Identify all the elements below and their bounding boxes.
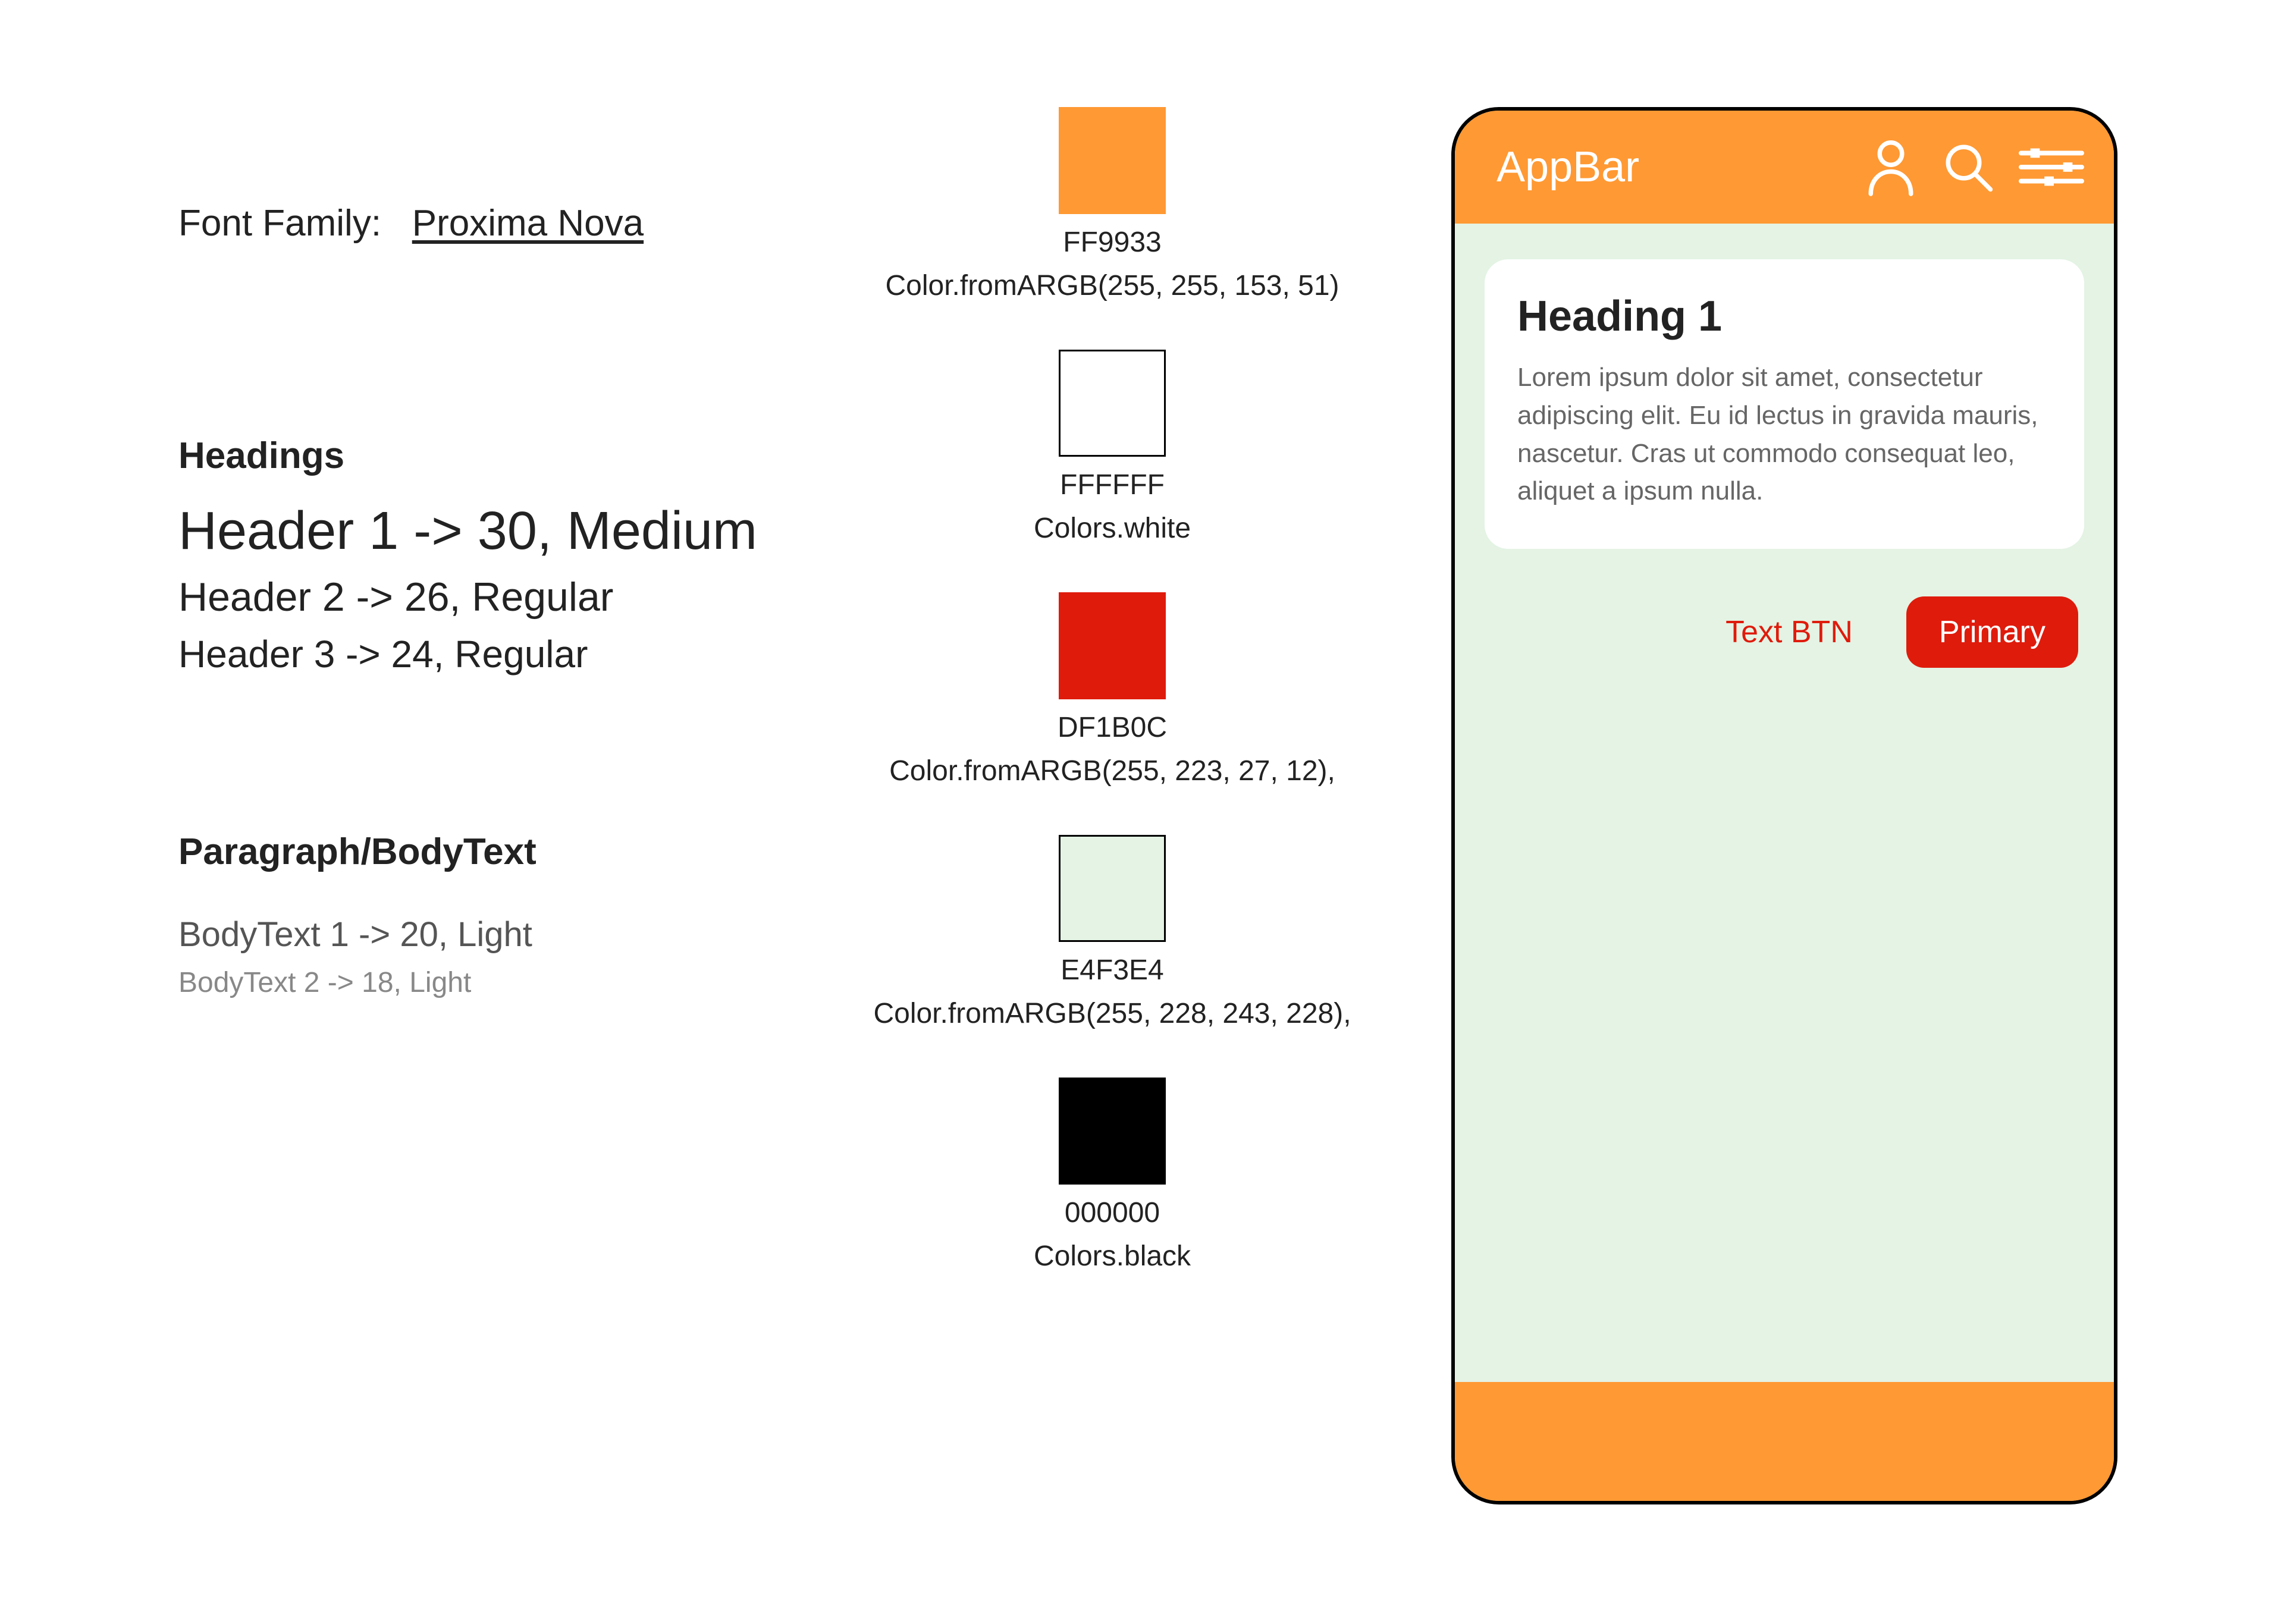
paragraph-section-title: Paragraph/BodyText — [178, 831, 773, 873]
bodytext2-spec: BodyText 2 -> 18, Light — [178, 966, 773, 999]
header2-spec: Header 2 -> 26, Regular — [178, 574, 773, 620]
header3-spec: Header 3 -> 24, Regular — [178, 632, 773, 676]
card-heading: Heading 1 — [1517, 292, 2051, 341]
bodytext1-spec: BodyText 1 -> 20, Light — [178, 915, 773, 954]
swatch-orange-box — [1059, 107, 1166, 214]
phone-body: Heading 1 Lorem ipsum dolor sit amet, co… — [1455, 224, 2114, 1382]
swatch-black-code: Colors.black — [1034, 1240, 1191, 1273]
content-card: Heading 1 Lorem ipsum dolor sit amet, co… — [1485, 259, 2084, 549]
text-button[interactable]: Text BTN — [1725, 614, 1853, 650]
search-icon[interactable] — [1941, 140, 1995, 194]
swatch-mint-code: Color.fromARGB(255, 228, 243, 228), — [873, 997, 1351, 1030]
swatch-black-box — [1059, 1078, 1166, 1185]
header1-spec: Header 1 -> 30, Medium — [178, 501, 773, 562]
swatch-mint-box — [1059, 835, 1166, 942]
swatch-black: 000000 Colors.black — [1034, 1078, 1191, 1273]
swatch-white: FFFFFF Colors.white — [1034, 350, 1191, 545]
colors-column: FF9933 Color.fromARGB(255, 255, 153, 51)… — [845, 107, 1380, 1588]
app-bar: AppBar — [1455, 111, 2114, 224]
card-body: Lorem ipsum dolor sit amet, consectetur … — [1517, 359, 2051, 510]
swatch-red-code: Color.fromARGB(255, 223, 27, 12), — [889, 755, 1335, 787]
font-family-row: Font Family: Proxima Nova — [178, 202, 773, 244]
button-row: Text BTN Primary — [1485, 596, 2084, 668]
bottom-nav-bar — [1455, 1382, 2114, 1501]
headings-section-title: Headings — [178, 435, 773, 477]
sliders-icon[interactable] — [2019, 143, 2084, 191]
swatch-orange-code: Color.fromARGB(255, 255, 153, 51) — [885, 269, 1339, 302]
swatch-red-hex: DF1B0C — [1058, 711, 1167, 744]
profile-icon[interactable] — [1864, 137, 1918, 197]
swatch-red: DF1B0C Color.fromARGB(255, 223, 27, 12), — [889, 592, 1335, 787]
swatch-white-hex: FFFFFF — [1060, 469, 1165, 501]
swatch-orange: FF9933 Color.fromARGB(255, 255, 153, 51) — [885, 107, 1339, 302]
swatch-orange-hex: FF9933 — [1063, 226, 1161, 259]
typography-column: Font Family: Proxima Nova Headings Heade… — [178, 107, 773, 1588]
swatch-white-code: Colors.white — [1034, 512, 1191, 545]
style-guide-page: Font Family: Proxima Nova Headings Heade… — [0, 0, 2284, 1624]
primary-button[interactable]: Primary — [1906, 596, 2078, 668]
font-family-label: Font Family: — [178, 203, 381, 244]
swatch-red-box — [1059, 592, 1166, 699]
swatch-mint-hex: E4F3E4 — [1061, 954, 1163, 987]
swatch-mint: E4F3E4 Color.fromARGB(255, 228, 243, 228… — [873, 835, 1351, 1030]
swatch-white-box — [1059, 350, 1166, 457]
app-bar-title: AppBar — [1496, 143, 1846, 191]
swatch-black-hex: 000000 — [1065, 1196, 1160, 1229]
font-family-value: Proxima Nova — [412, 203, 644, 244]
app-bar-actions — [1864, 137, 2084, 197]
phone-mock: AppBar — [1451, 107, 2117, 1504]
